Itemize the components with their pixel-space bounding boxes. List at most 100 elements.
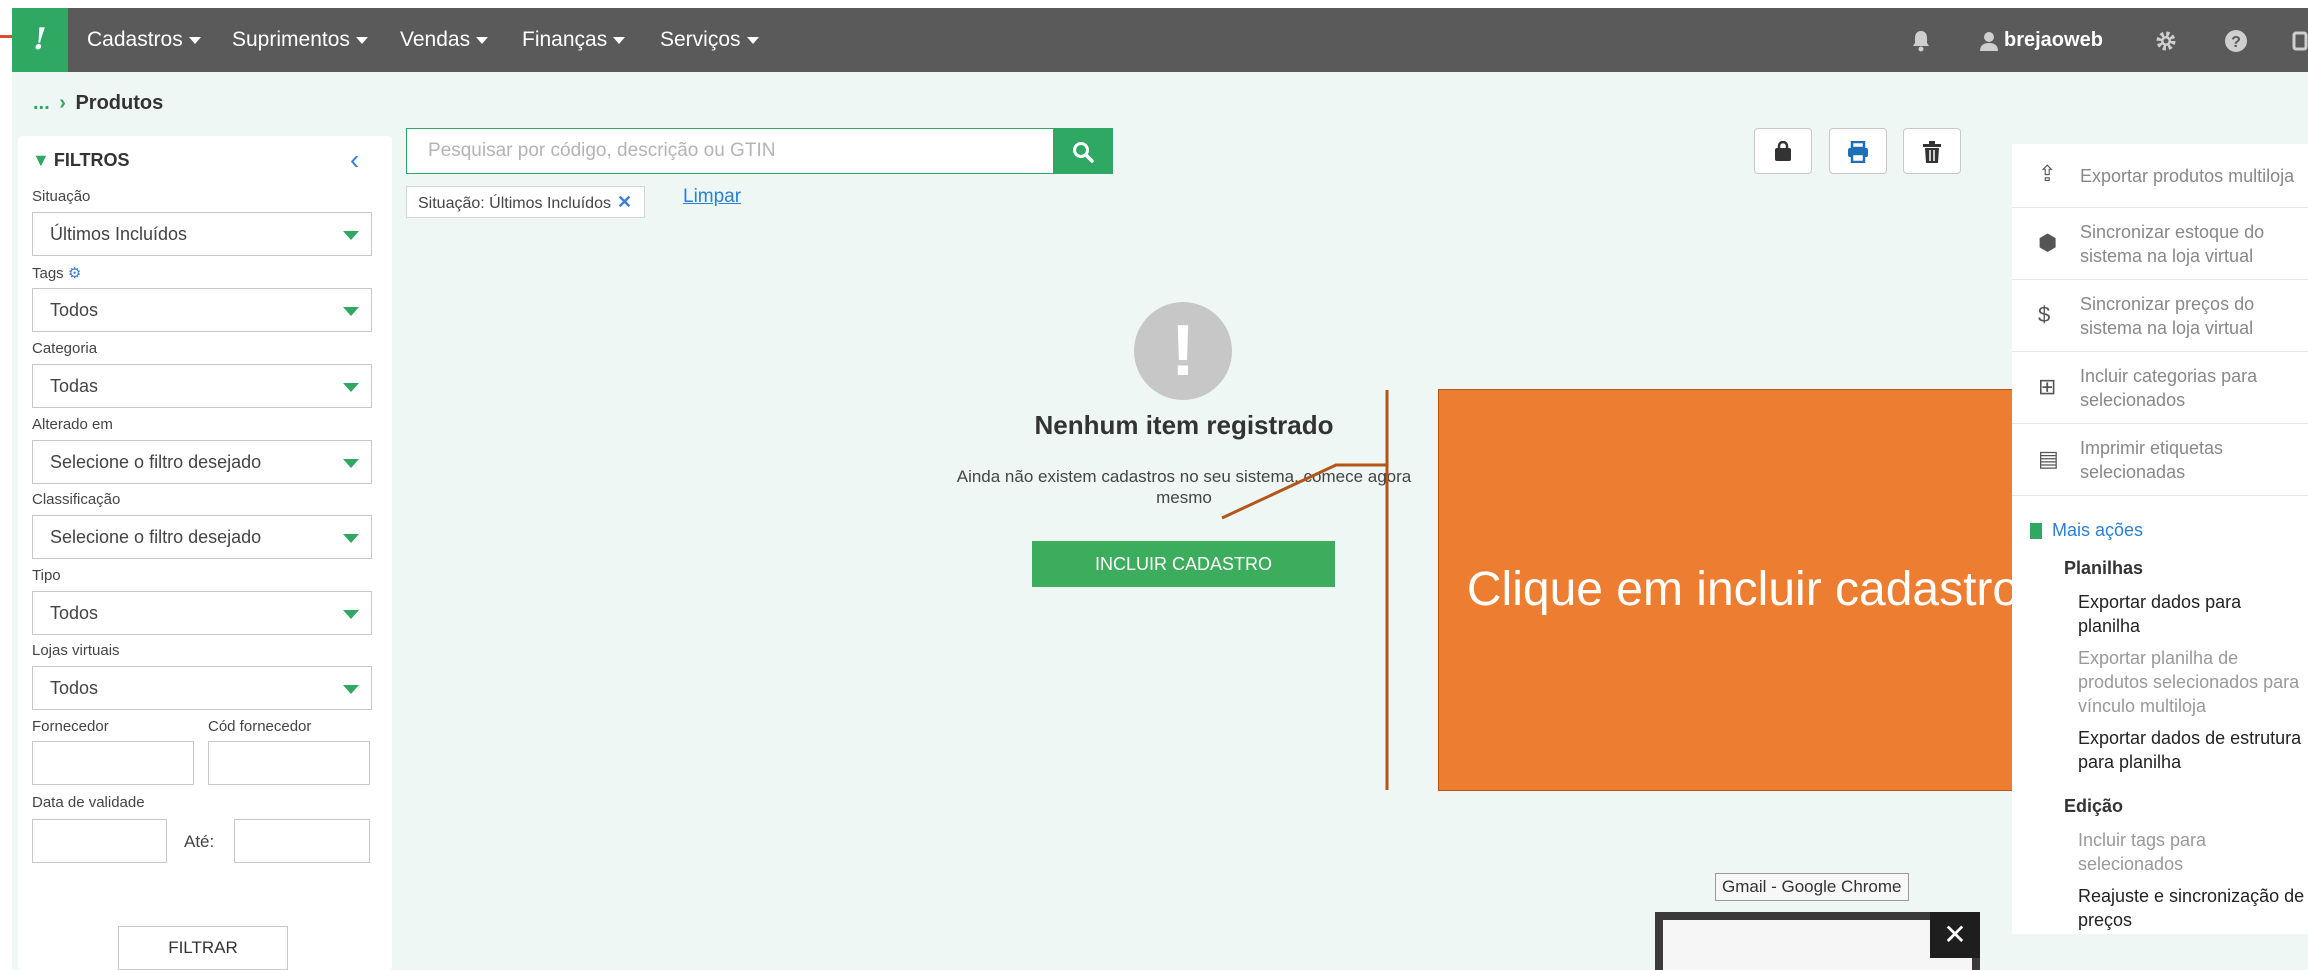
- fornecedor-label: Fornecedor: [32, 718, 109, 735]
- tags-select[interactable]: Todos: [32, 288, 372, 332]
- bag-button[interactable]: [1754, 128, 1812, 174]
- tag-icon: ▤: [2038, 446, 2059, 471]
- dropdown-arrow-icon: [343, 685, 359, 694]
- user-icon: [1980, 31, 1998, 51]
- categoria-select[interactable]: Todas: [32, 364, 372, 408]
- top-navbar: ! Cadastros Suprimentos Vendas Finanças …: [12, 8, 2308, 72]
- situacao-label: Situação: [32, 188, 91, 205]
- menu-vendas[interactable]: Vendas: [400, 8, 489, 72]
- cod-fornecedor-label: Cód fornecedor: [208, 718, 312, 735]
- logout-icon[interactable]: [2292, 8, 2308, 72]
- empty-state-description: Ainda não existem cadastros no seu siste…: [956, 467, 1412, 507]
- dropdown-arrow-icon: [343, 459, 359, 468]
- dropdown-arrow-icon: [343, 231, 359, 240]
- action-imprimir-etiquetas[interactable]: ▤ Imprimir etiquetas selecionadas: [2012, 424, 2308, 496]
- validade-from-input[interactable]: [32, 819, 167, 863]
- red-edge-mark: [0, 35, 12, 38]
- gear-icon[interactable]: [2154, 8, 2178, 72]
- exportar-planilha-multiloja-link[interactable]: Exportar planilha de produtos selecionad…: [2078, 646, 2308, 718]
- box-icon: ⬢: [2038, 230, 2058, 255]
- menu-financas[interactable]: Finanças: [522, 8, 626, 72]
- close-icon[interactable]: ✕: [1930, 912, 1980, 958]
- caret-down-icon: [746, 36, 759, 44]
- tipo-select[interactable]: Todos: [32, 591, 372, 635]
- filter-icon: ▼: [32, 150, 50, 170]
- exportar-dados-link[interactable]: Exportar dados para planilha: [2078, 590, 2308, 638]
- action-incluir-categorias[interactable]: ⊞ Incluir categorias para selecionados: [2012, 352, 2308, 424]
- filters-panel: ▼ FILTROS ‹ Situação Últimos Incluídos Ta…: [18, 136, 392, 970]
- incluir-cadastro-button[interactable]: INCLUIR CADASTRO: [1032, 541, 1335, 587]
- instruction-callout: Clique em incluir cadastro: [1438, 389, 2048, 791]
- sitemap-icon: ⊞: [2038, 374, 2057, 399]
- action-sync-estoque[interactable]: ⬢ Sincronizar estoque do sistema na loja…: [2012, 208, 2308, 280]
- breadcrumb: ... › Produtos: [33, 92, 163, 115]
- remove-filter-icon[interactable]: ✕: [617, 192, 632, 212]
- dropdown-arrow-icon: [343, 610, 359, 619]
- search-icon: [1073, 141, 1094, 163]
- minus-square-icon: [2030, 523, 2042, 540]
- cod-fornecedor-input[interactable]: [208, 741, 370, 785]
- empty-state-title: Nenhum item registrado: [1034, 410, 1334, 440]
- active-filter-chip: Situação: Últimos Incluídos ✕: [406, 186, 646, 218]
- search-input[interactable]: Pesquisar por código, descrição ou GTIN: [406, 128, 1054, 174]
- preview-thumbnail: [1663, 920, 1972, 970]
- print-button[interactable]: [1829, 128, 1887, 174]
- tags-label: Tags ⚙: [32, 265, 82, 282]
- svg-text:?: ?: [2231, 34, 2241, 51]
- alterado-label: Alterado em: [32, 416, 113, 433]
- reajuste-link[interactable]: Reajuste e sincronização de preços: [2078, 884, 2308, 932]
- mais-acoes-toggle[interactable]: Mais ações: [2030, 520, 2143, 541]
- action-sync-precos[interactable]: $ Sincronizar preços do sistema na loja …: [2012, 280, 2308, 352]
- search-button[interactable]: [1053, 128, 1113, 174]
- dropdown-arrow-icon: [343, 383, 359, 392]
- incluir-tags-link[interactable]: Incluir tags para selecionados: [2078, 828, 2308, 876]
- lojas-label: Lojas virtuais: [32, 642, 120, 659]
- validade-label: Data de validade: [32, 794, 145, 811]
- collapse-chevron-icon[interactable]: ‹: [350, 144, 359, 176]
- edicao-heading: Edição: [2064, 796, 2124, 816]
- dropdown-arrow-icon: [343, 534, 359, 543]
- exportar-estrutura-link[interactable]: Exportar dados de estrutura para planilh…: [2078, 726, 2308, 774]
- breadcrumb-current: Produtos: [75, 92, 164, 114]
- planilhas-heading: Planilhas: [2064, 558, 2144, 578]
- caret-down-icon: [613, 36, 626, 44]
- menu-servicos[interactable]: Serviços: [660, 8, 759, 72]
- caret-down-icon: [188, 36, 201, 44]
- breadcrumb-parent[interactable]: ...: [33, 92, 50, 114]
- filtrar-button[interactable]: FILTRAR: [118, 926, 288, 970]
- lojas-select[interactable]: Todos: [32, 666, 372, 710]
- help-icon[interactable]: ?: [2224, 8, 2248, 72]
- menu-suprimentos[interactable]: Suprimentos: [232, 8, 368, 72]
- shopping-bag-icon: [1775, 140, 1791, 162]
- taskbar-preview[interactable]: ✕: [1655, 912, 1980, 970]
- alterado-select[interactable]: Selecione o filtro desejado: [32, 440, 372, 484]
- categoria-label: Categoria: [32, 340, 98, 357]
- fornecedor-input[interactable]: [32, 741, 194, 785]
- menu-cadastros[interactable]: Cadastros: [87, 8, 201, 72]
- printer-icon: [1848, 140, 1868, 164]
- actions-sidebar: ⇪ Exportar produtos multiloja ⬢ Sincroni…: [2012, 144, 2308, 934]
- upload-icon: ⇪: [2038, 161, 2057, 186]
- validade-to-input[interactable]: [234, 819, 370, 863]
- caret-down-icon: [476, 36, 489, 44]
- chevron-right-icon: ›: [59, 92, 66, 114]
- classificacao-label: Classificação: [32, 491, 121, 508]
- trash-icon: [1923, 141, 1941, 164]
- action-export-multiloja[interactable]: ⇪ Exportar produtos multiloja: [2012, 144, 2308, 208]
- tipo-label: Tipo: [32, 567, 61, 584]
- taskbar-tooltip: Gmail - Google Chrome: [1715, 873, 1909, 901]
- dollar-icon: $: [2038, 302, 2051, 327]
- dropdown-arrow-icon: [343, 307, 359, 316]
- ate-label: Até:: [184, 832, 215, 851]
- user-menu[interactable]: brejaoweb: [1980, 8, 2103, 72]
- situacao-select[interactable]: Últimos Incluídos: [32, 212, 372, 256]
- limpar-link[interactable]: Limpar: [683, 186, 741, 208]
- caret-down-icon: [355, 36, 368, 44]
- filters-title: ▼ FILTROS: [32, 150, 130, 170]
- classificacao-select[interactable]: Selecione o filtro desejado: [32, 515, 372, 559]
- bell-icon[interactable]: [1910, 8, 1932, 72]
- delete-button[interactable]: [1903, 128, 1961, 174]
- app-logo[interactable]: !: [12, 8, 68, 72]
- exclamation-icon: !: [1134, 302, 1232, 400]
- tags-gear-icon[interactable]: ⚙: [68, 265, 81, 282]
